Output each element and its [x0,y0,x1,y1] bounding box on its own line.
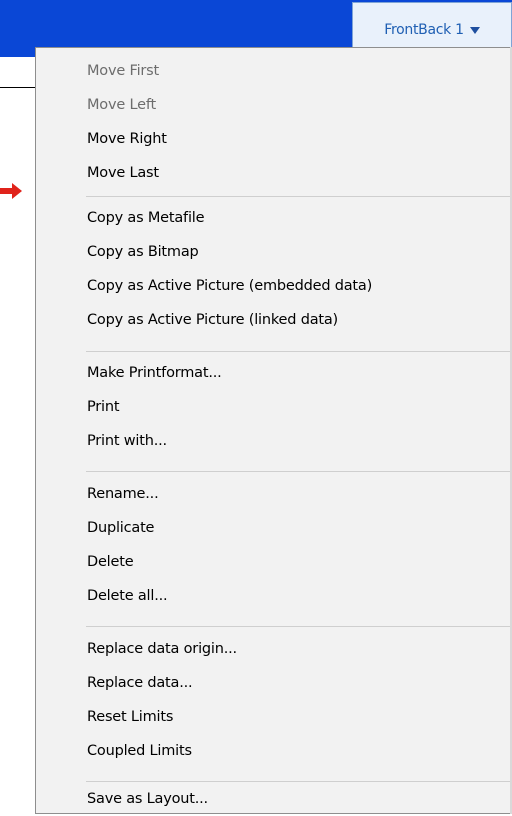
menu-item-make-printformat[interactable]: Make Printformat... [37,356,511,390]
menu-item-replace-origin[interactable]: Replace data origin... [37,632,511,666]
menu-item-label: Copy as Active Picture (linked data) [87,312,339,328]
background-panel [0,57,36,814]
arrow-right-icon [0,183,22,199]
menu-item-label: Copy as Active Picture (embedded data) [87,278,373,294]
menu-item-label: Duplicate [87,520,155,536]
menu-item-label: Print [87,399,120,415]
menu-item-move-left[interactable]: Move Left [37,88,511,122]
menu-item-label: Move Last [87,165,159,181]
menu-item-print[interactable]: Print [37,390,511,424]
menu-separator [86,196,510,197]
menu-item-label: Coupled Limits [87,743,192,759]
menu-item-copy-bitmap[interactable]: Copy as Bitmap [37,235,511,269]
chevron-down-icon[interactable] [469,27,480,34]
tab-label: FrontBack 1 [384,21,464,38]
menu-item-save-layout[interactable]: Save as Layout... [37,782,511,816]
menu-item-move-first[interactable]: Move First [37,54,511,88]
menu-separator [86,626,510,627]
menu-item-duplicate[interactable]: Duplicate [37,511,511,545]
menu-item-label: Copy as Bitmap [87,244,199,260]
menu-item-label: Move Right [87,131,167,147]
menu-item-label: Make Printformat... [87,365,222,381]
menu-item-rename[interactable]: Rename... [37,477,511,511]
menu-item-label: Delete all... [87,588,168,604]
menu-item-coupled-limits[interactable]: Coupled Limits [37,734,511,768]
menu-item-label: Reset Limits [87,709,174,725]
menu-item-label: Rename... [87,486,159,502]
menu-separator [86,471,510,472]
menu-item-replace-data[interactable]: Replace data... [37,666,511,700]
menu-item-label: Save as Layout... [87,791,208,807]
menu-item-label: Move First [87,63,160,79]
menu-item-delete[interactable]: Delete [37,545,511,579]
menu-item-move-right[interactable]: Move Right [37,122,511,156]
menu-item-label: Move Left [87,97,156,113]
menu-item-label: Print with... [87,433,167,449]
context-menu: Move First Move Left Move Right Move Las… [35,47,512,814]
menu-item-move-last[interactable]: Move Last [37,156,511,190]
menu-item-label: Replace data origin... [87,641,237,657]
divider-line [0,87,36,88]
menu-item-copy-metafile[interactable]: Copy as Metafile [37,201,511,235]
menu-item-copy-active-embedded[interactable]: Copy as Active Picture (embedded data) [37,269,511,303]
menu-item-label: Delete [87,554,134,570]
menu-item-delete-all[interactable]: Delete all... [37,579,511,613]
menu-separator [86,351,510,352]
menu-item-reset-limits[interactable]: Reset Limits [37,700,511,734]
menu-item-label: Replace data... [87,675,193,691]
menu-item-copy-active-linked[interactable]: Copy as Active Picture (linked data) [37,303,511,337]
menu-item-label: Copy as Metafile [87,210,205,226]
menu-item-print-with[interactable]: Print with... [37,424,511,458]
